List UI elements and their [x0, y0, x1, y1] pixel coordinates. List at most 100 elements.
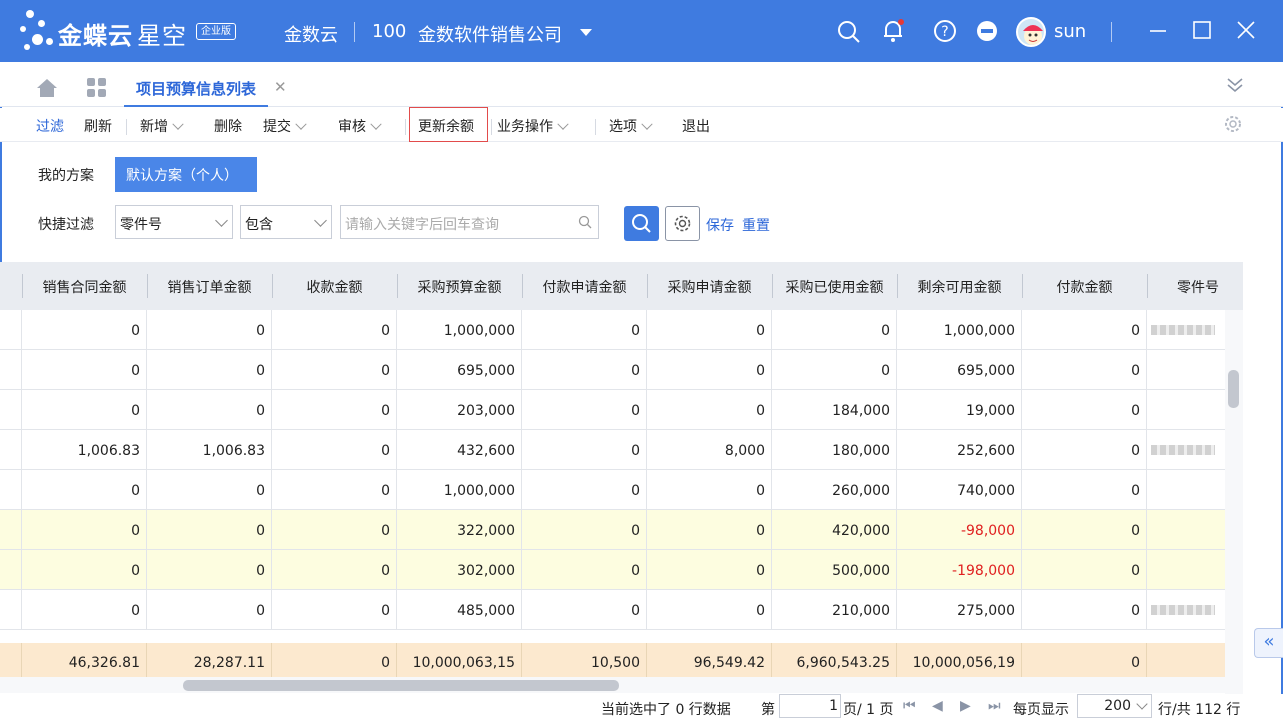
tab-close-icon[interactable]: ✕	[274, 78, 287, 96]
table-cell[interactable]: 695,000	[397, 350, 522, 390]
table-cell[interactable]: 0	[1022, 310, 1147, 350]
options-button[interactable]: 选项	[609, 116, 653, 136]
table-row[interactable]: 0 0 0 695,000 0 0 0 695,000 0	[0, 350, 1225, 390]
settings-gear-icon[interactable]	[1223, 114, 1243, 134]
column-header[interactable]: 收款金额	[272, 262, 397, 310]
filter-settings-button[interactable]	[665, 206, 700, 241]
part-number-cell[interactable]	[1147, 390, 1225, 430]
table-cell[interactable]: -198,000	[897, 550, 1022, 590]
table-cell[interactable]: 1,000,000	[897, 310, 1022, 350]
part-number-cell[interactable]	[1147, 310, 1225, 350]
home-icon[interactable]	[36, 78, 58, 98]
table-cell[interactable]: 695,000	[897, 350, 1022, 390]
submit-button[interactable]: 提交	[263, 116, 307, 136]
row-indicator[interactable]	[0, 590, 22, 630]
table-cell[interactable]: 203,000	[397, 390, 522, 430]
prev-page-icon[interactable]: ◀	[932, 698, 943, 714]
row-indicator[interactable]	[0, 310, 22, 350]
column-header[interactable]: 销售订单金额	[147, 262, 272, 310]
table-cell[interactable]: 184,000	[772, 390, 897, 430]
column-divider[interactable]	[772, 274, 773, 298]
table-cell[interactable]: 0	[272, 350, 397, 390]
exit-button[interactable]: 退出	[682, 116, 710, 136]
table-row[interactable]: 0 0 0 1,000,000 0 0 260,000 740,000 0	[0, 470, 1225, 510]
page-input[interactable]: 1	[779, 694, 841, 718]
table-cell[interactable]: 0	[272, 510, 397, 550]
filter-button[interactable]: 过滤	[36, 116, 64, 136]
table-cell[interactable]: 0	[1022, 510, 1147, 550]
search-button[interactable]	[624, 206, 659, 241]
table-cell[interactable]: 0	[522, 390, 647, 430]
column-divider[interactable]	[397, 274, 398, 298]
column-divider[interactable]	[22, 274, 23, 298]
horizontal-scrollbar[interactable]	[0, 677, 1225, 693]
cloud-name[interactable]: 金数云	[284, 21, 338, 47]
table-cell[interactable]: 0	[522, 550, 647, 590]
table-cell[interactable]: 0	[22, 310, 147, 350]
column-divider[interactable]	[647, 274, 648, 298]
column-header[interactable]: 付款金额	[1022, 262, 1147, 310]
scroll-thumb[interactable]	[1228, 370, 1239, 408]
maximize-icon[interactable]	[1190, 18, 1214, 42]
table-cell[interactable]: 0	[1022, 390, 1147, 430]
row-indicator[interactable]	[0, 430, 22, 470]
table-cell[interactable]: 260,000	[772, 470, 897, 510]
column-header[interactable]: 付款申请金额	[522, 262, 647, 310]
filter-operator-select[interactable]: 包含	[240, 205, 332, 239]
table-cell[interactable]: 275,000	[897, 590, 1022, 630]
table-cell[interactable]: 302,000	[397, 550, 522, 590]
column-divider[interactable]	[897, 274, 898, 298]
table-row[interactable]: 0 0 0 485,000 0 0 210,000 275,000 0	[0, 590, 1225, 630]
save-link[interactable]: 保存	[706, 215, 734, 235]
table-cell[interactable]: 0	[272, 310, 397, 350]
table-cell[interactable]: 0	[647, 590, 772, 630]
table-cell[interactable]: 1,006.83	[147, 430, 272, 470]
part-number-cell[interactable]	[1147, 510, 1225, 550]
table-cell[interactable]: 0	[647, 550, 772, 590]
table-cell[interactable]: 0	[147, 390, 272, 430]
table-row[interactable]: 0 0 0 302,000 0 0 500,000 -198,000 0	[0, 550, 1225, 590]
table-cell[interactable]: 0	[22, 470, 147, 510]
table-cell[interactable]: 0	[147, 470, 272, 510]
table-cell[interactable]: 0	[147, 350, 272, 390]
table-cell[interactable]: 740,000	[897, 470, 1022, 510]
table-cell[interactable]: 0	[272, 390, 397, 430]
bell-icon[interactable]	[880, 18, 906, 44]
column-header[interactable]: 采购已使用金额	[772, 262, 897, 310]
table-row[interactable]: 0 0 0 322,000 0 0 420,000 -98,000 0	[0, 510, 1225, 550]
table-cell[interactable]: 0	[772, 350, 897, 390]
avatar[interactable]	[1016, 17, 1046, 47]
table-cell[interactable]: 0	[1022, 550, 1147, 590]
table-cell[interactable]: 0	[522, 590, 647, 630]
per-page-select[interactable]: 200	[1077, 694, 1152, 718]
table-cell[interactable]: 0	[647, 350, 772, 390]
help-icon[interactable]: ?	[932, 18, 958, 44]
collapse-down-icon[interactable]	[1225, 76, 1245, 94]
table-cell[interactable]: 0	[647, 470, 772, 510]
last-page-icon[interactable]: ⏭	[988, 698, 1001, 714]
update-balance-button[interactable]: 更新余额	[409, 107, 488, 142]
table-cell[interactable]: -98,000	[897, 510, 1022, 550]
table-cell[interactable]: 432,600	[397, 430, 522, 470]
table-cell[interactable]: 8,000	[647, 430, 772, 470]
table-cell[interactable]: 0	[1022, 470, 1147, 510]
org-code[interactable]: 100	[372, 21, 406, 42]
column-divider[interactable]	[1022, 274, 1023, 298]
table-cell[interactable]: 0	[147, 510, 272, 550]
table-cell[interactable]: 0	[1022, 590, 1147, 630]
table-cell[interactable]: 0	[22, 350, 147, 390]
table-row[interactable]: 1,006.83 1,006.83 0 432,600 0 8,000 180,000 252…	[0, 430, 1225, 470]
org-name[interactable]: 金数软件销售公司	[418, 21, 562, 47]
table-cell[interactable]: 500,000	[772, 550, 897, 590]
search-icon[interactable]	[836, 18, 862, 44]
table-cell[interactable]: 485,000	[397, 590, 522, 630]
refresh-button[interactable]: 刷新	[84, 116, 112, 136]
row-indicator[interactable]	[0, 470, 22, 510]
user-name[interactable]: sun	[1054, 21, 1086, 42]
table-cell[interactable]: 19,000	[897, 390, 1022, 430]
table-cell[interactable]: 0	[272, 430, 397, 470]
column-header[interactable]: 采购预算金额	[397, 262, 522, 310]
table-row[interactable]: 0 0 0 1,000,000 0 0 0 1,000,000 0	[0, 310, 1225, 350]
table-cell[interactable]: 0	[22, 590, 147, 630]
column-header[interactable]: 销售合同金额	[22, 262, 147, 310]
